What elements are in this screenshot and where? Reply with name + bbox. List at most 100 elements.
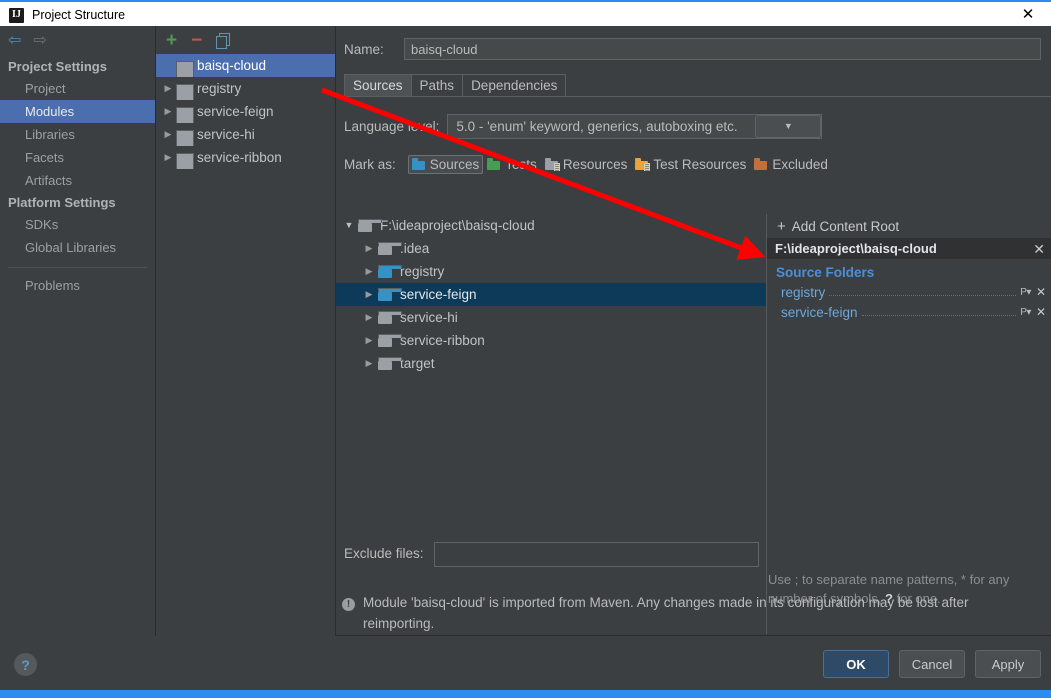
module-item-baisq-cloud[interactable]: baisq-cloud <box>156 54 335 77</box>
module-folder-icon <box>176 151 194 169</box>
chevron-down-icon[interactable]: ▼ <box>755 114 822 138</box>
module-item-service-ribbon[interactable]: ▶ service-ribbon <box>156 146 335 169</box>
add-content-root-button[interactable]: + Add Content Root <box>767 214 1051 238</box>
module-label: baisq-cloud <box>197 58 267 73</box>
sidebar-item-modules[interactable]: Modules <box>0 100 155 123</box>
copy-module-icon[interactable] <box>216 32 231 49</box>
project-structure-dialog: IJ Project Structure ✕ ⇦ ⇨ Project Setti… <box>0 0 1051 698</box>
sidebar-item-artifacts[interactable]: Artifacts <box>0 169 155 192</box>
source-folders-section: Source Folders registry P▾ ✕ service-fei… <box>767 259 1051 332</box>
test-resources-folder-icon <box>635 158 651 171</box>
modules-list-panel: + − baisq-cloud ▶ registry ▶ service-fei… <box>156 26 336 636</box>
exclude-files-input[interactable] <box>433 542 759 567</box>
back-arrow-icon[interactable]: ⇦ <box>8 33 21 49</box>
language-level-select[interactable]: 5.0 - 'enum' keyword, generics, autoboxi… <box>447 113 823 139</box>
content-root-header: F:\ideaproject\baisq-cloud ✕ <box>767 238 1051 259</box>
mark-as-excluded-button[interactable]: Excluded <box>750 155 832 174</box>
add-module-icon[interactable]: + <box>166 31 177 50</box>
tree-row[interactable]: ▶ target <box>336 352 766 375</box>
dialog-footer: ? OK Cancel Apply <box>0 637 1051 690</box>
forward-arrow-icon[interactable]: ⇨ <box>33 33 46 49</box>
source-folder-row[interactable]: service-feign P▾ ✕ <box>767 302 1051 322</box>
tab-paths[interactable]: Paths <box>410 74 464 97</box>
leader-dots <box>829 285 1017 296</box>
tests-folder-icon <box>487 158 501 170</box>
panel-divider <box>336 635 1051 636</box>
module-item-service-hi[interactable]: ▶ service-hi <box>156 123 335 146</box>
expand-arrow-icon[interactable]: ▶ <box>360 267 378 276</box>
package-prefix-icon[interactable]: P▾ <box>1020 307 1031 318</box>
sidebar-nav: ⇦ ⇨ <box>0 26 155 56</box>
sidebar-item-libraries[interactable]: Libraries <box>0 123 155 146</box>
tabs-underline <box>336 96 1051 97</box>
remove-module-icon[interactable]: − <box>191 31 202 50</box>
tree-row-label: service-feign <box>400 287 477 302</box>
mark-as-resources-button[interactable]: Resources <box>541 155 632 174</box>
source-folder-row[interactable]: registry P▾ ✕ <box>767 282 1051 302</box>
tree-row-label: .idea <box>400 241 430 256</box>
exclude-files-label: Exclude files: <box>344 546 424 561</box>
module-item-service-feign[interactable]: ▶ service-feign <box>156 100 335 123</box>
sidebar-item-project[interactable]: Project <box>0 77 155 100</box>
folder-icon <box>358 219 382 232</box>
ok-button[interactable]: OK <box>823 650 889 678</box>
module-folder-icon <box>176 105 194 123</box>
module-label: service-ribbon <box>197 150 282 165</box>
info-icon: ! <box>342 598 355 611</box>
mark-as-row: Mark as: Sources Tests Resources Test Re… <box>336 151 1051 177</box>
editor-tabs: Sources Paths Dependencies <box>336 74 1051 97</box>
module-label: service-feign <box>197 104 274 119</box>
expand-arrow-icon[interactable]: ▶ <box>160 153 176 162</box>
exclude-files-row: Exclude files: <box>336 542 1051 567</box>
mark-as-label: Mark as: <box>344 156 396 172</box>
sidebar-item-sdks[interactable]: SDKs <box>0 213 155 236</box>
windows-taskbar <box>0 690 1051 698</box>
name-label: Name: <box>344 41 384 57</box>
mark-as-sources-label: Sources <box>429 156 480 172</box>
module-label: service-hi <box>197 127 255 142</box>
expand-arrow-icon[interactable]: ▶ <box>160 130 176 139</box>
mark-as-test-resources-button[interactable]: Test Resources <box>631 155 750 174</box>
collapse-arrow-icon[interactable]: ▼ <box>340 221 358 230</box>
tree-row[interactable]: ▶ registry <box>336 260 766 283</box>
remove-content-root-icon[interactable]: ✕ <box>1033 242 1045 256</box>
folder-icon <box>378 334 402 347</box>
apply-button[interactable]: Apply <box>975 650 1041 678</box>
module-item-registry[interactable]: ▶ registry <box>156 77 335 100</box>
sidebar-item-facets[interactable]: Facets <box>0 146 155 169</box>
expand-arrow-icon[interactable]: ▶ <box>160 84 176 93</box>
tree-row[interactable]: ▶ service-ribbon <box>336 329 766 352</box>
tree-row[interactable]: ▶ service-feign <box>336 283 766 306</box>
mark-as-tests-button[interactable]: Tests <box>483 155 541 174</box>
remove-source-folder-icon[interactable]: ✕ <box>1036 286 1046 298</box>
module-folder-icon <box>176 59 194 77</box>
tree-row[interactable]: ▼ F:\ideaproject\baisq-cloud <box>336 214 766 237</box>
package-prefix-icon[interactable]: P▾ <box>1020 287 1031 298</box>
source-folder-label: registry <box>781 284 826 300</box>
close-icon[interactable]: ✕ <box>1005 2 1051 26</box>
maven-import-note-text: Module 'baisq-cloud' is imported from Ma… <box>363 595 969 631</box>
expand-arrow-icon[interactable]: ▶ <box>360 244 378 253</box>
tree-row[interactable]: ▶ service-hi <box>336 306 766 329</box>
sidebar-item-problems[interactable]: Problems <box>0 274 155 297</box>
expand-arrow-icon[interactable]: ▶ <box>360 359 378 368</box>
tab-sources[interactable]: Sources <box>344 74 412 97</box>
expand-arrow-icon[interactable]: ▶ <box>360 336 378 345</box>
tree-row[interactable]: ▶ .idea <box>336 237 766 260</box>
remove-source-folder-icon[interactable]: ✕ <box>1036 306 1046 318</box>
maven-import-note: ! Module 'baisq-cloud' is imported from … <box>336 592 1042 634</box>
excluded-folder-icon <box>754 158 768 170</box>
mark-as-sources-button[interactable]: Sources <box>407 154 484 174</box>
expand-arrow-icon[interactable]: ▶ <box>360 290 378 299</box>
modules-toolbar: + − <box>156 26 335 54</box>
help-icon[interactable]: ? <box>14 653 37 676</box>
sidebar-item-global-libraries[interactable]: Global Libraries <box>0 236 155 259</box>
expand-arrow-icon[interactable]: ▶ <box>160 107 176 116</box>
folder-icon <box>378 242 402 255</box>
language-level-row: Language level: 5.0 - 'enum' keyword, ge… <box>336 111 1051 141</box>
name-input[interactable]: baisq-cloud <box>404 38 1041 60</box>
leader-dots <box>861 305 1017 316</box>
tab-dependencies[interactable]: Dependencies <box>462 74 567 97</box>
expand-arrow-icon[interactable]: ▶ <box>360 313 378 322</box>
cancel-button[interactable]: Cancel <box>899 650 965 678</box>
